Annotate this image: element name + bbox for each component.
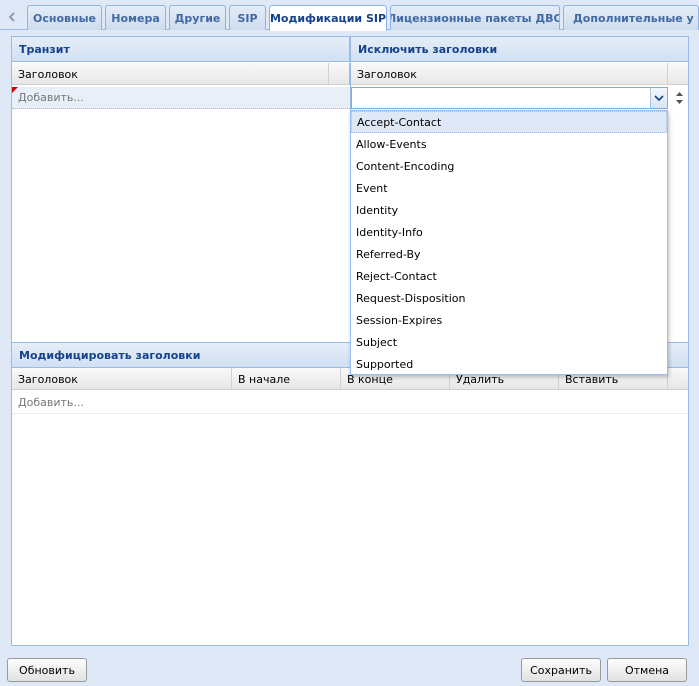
transit-add-placeholder: Добавить... [18, 91, 84, 104]
tab-sip-modifications[interactable]: Модификации SIP [269, 5, 387, 31]
transit-grid-header: Заголовок [12, 63, 350, 85]
exclude-headers-grid-header: Заголовок [351, 63, 688, 85]
exclude-headers-panel-title: Исключить заголовки [351, 37, 688, 62]
dropdown-option[interactable]: Subject [351, 331, 667, 353]
tab-sip[interactable]: SIP [229, 5, 266, 30]
tab-additional[interactable]: Дополнительные у [563, 5, 699, 30]
modify-column-spacer [668, 368, 688, 390]
tab-license-packages[interactable]: Лицензионные пакеты ДВО [390, 5, 560, 30]
modify-add-placeholder: Добавить... [18, 396, 84, 409]
dropdown-option[interactable]: Identity-Info [351, 221, 667, 243]
dropdown-option[interactable]: Event [351, 177, 667, 199]
cancel-button[interactable]: Отмена [607, 658, 687, 682]
dropdown-option[interactable]: Content-Encoding [351, 155, 667, 177]
exclude-headers-column-header[interactable]: Заголовок [351, 63, 668, 85]
transit-panel-title: Транзит [12, 37, 350, 62]
dropdown-option[interactable]: Reject-Contact [351, 265, 667, 287]
spin-up-down-icon[interactable] [671, 87, 688, 109]
tab-basic[interactable]: Основные [27, 5, 102, 30]
refresh-button[interactable]: Обновить [7, 658, 87, 682]
dropdown-option[interactable]: Supported [351, 353, 667, 375]
modify-column-header-prepend[interactable]: В начале [232, 368, 341, 390]
modify-column-header-name[interactable]: Заголовок [12, 368, 232, 390]
dropdown-option[interactable]: Session-Expires [351, 309, 667, 331]
transit-column-spacer [329, 63, 349, 85]
save-button[interactable]: Сохранить [521, 658, 601, 682]
dropdown-option[interactable]: Request-Disposition [351, 287, 667, 309]
dropdown-option[interactable]: Referred-By [351, 243, 667, 265]
dropdown-option[interactable]: Accept-Contact [351, 111, 667, 133]
exclude-headers-column-spacer [668, 63, 688, 85]
dropdown-option[interactable]: Allow-Events [351, 133, 667, 155]
transit-column-header[interactable]: Заголовок [12, 63, 329, 85]
dirty-cell-marker [12, 87, 18, 93]
header-select-dropdown: Accept-Contact Allow-Events Content-Enco… [350, 110, 668, 375]
tab-other[interactable]: Другие [169, 5, 226, 30]
tab-scroll-left-icon[interactable] [0, 4, 24, 29]
tab-strip: Основные Номера Другие SIP Модификации S… [0, 0, 699, 31]
modify-headers-add-row[interactable]: Добавить... [12, 392, 688, 414]
transit-add-row[interactable]: Добавить... [12, 87, 350, 109]
header-select-combo[interactable] [351, 87, 668, 109]
chevron-down-icon[interactable] [650, 88, 667, 108]
dropdown-option[interactable]: Identity [351, 199, 667, 221]
tab-numbers[interactable]: Номера [105, 5, 166, 30]
